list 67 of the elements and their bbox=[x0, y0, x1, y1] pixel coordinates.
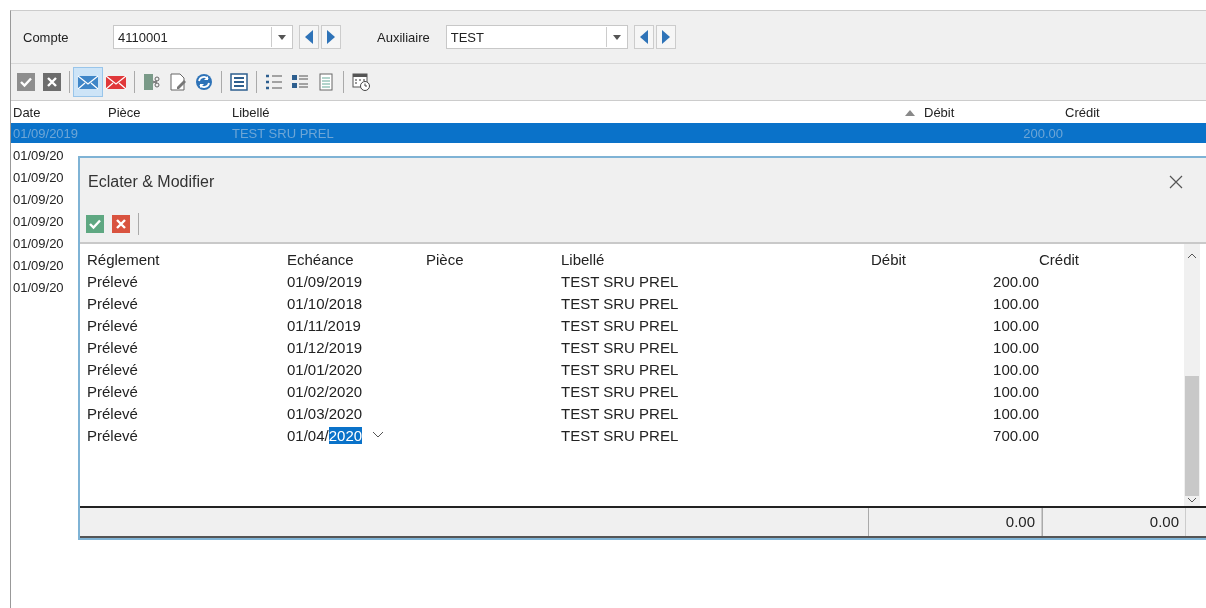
column-header[interactable]: Pièce bbox=[106, 104, 230, 120]
column-header[interactable]: Crédit bbox=[1063, 104, 1206, 120]
label-cell-text: TEST SRU PREL bbox=[561, 405, 680, 422]
payment-cell-text: Prélevé bbox=[87, 427, 139, 444]
debit-cell-text: 200.00 bbox=[992, 273, 1039, 290]
refresh-icon[interactable] bbox=[194, 72, 214, 92]
scrollbar[interactable] bbox=[1184, 244, 1200, 507]
dialog-title: Eclater & Modifier bbox=[88, 172, 215, 191]
debit-cell-text: 100.00 bbox=[992, 317, 1039, 334]
column-header[interactable]: Pièce bbox=[426, 251, 561, 268]
document-pencil-icon[interactable] bbox=[168, 72, 188, 92]
debit-total-cell: 0.00 bbox=[868, 508, 1042, 536]
date-cell-text: 01/09/2019 bbox=[12, 125, 80, 141]
due-date-cell-text: 01/12/2019 bbox=[287, 339, 364, 356]
previous-icon[interactable] bbox=[299, 25, 319, 49]
check-icon[interactable] bbox=[85, 213, 105, 234]
account-combo[interactable]: 4110001 bbox=[113, 25, 293, 49]
debit-cell-text: 100.00 bbox=[992, 383, 1039, 400]
label-cell-text: TEST SRU PREL bbox=[561, 339, 680, 356]
due-date-cell-text: 01/03/2020 bbox=[287, 405, 364, 422]
payment-cell-text: Prélevé bbox=[87, 361, 139, 378]
due-date-cell-text: 01/09/2019 bbox=[287, 273, 364, 290]
debit-cell-text: 100.00 bbox=[992, 361, 1039, 378]
document-scissors-icon[interactable] bbox=[142, 72, 162, 92]
account-label: Compte bbox=[23, 29, 70, 45]
label-cell-text: TEST SRU PREL bbox=[231, 125, 335, 141]
column-header[interactable]: Crédit bbox=[1039, 251, 1139, 268]
previous-icon[interactable] bbox=[633, 25, 654, 49]
debit-cell-text: 100.00 bbox=[992, 295, 1039, 312]
label-cell-text: TEST SRU PREL bbox=[561, 383, 680, 400]
bullet-list-icon[interactable] bbox=[264, 72, 284, 92]
close-icon[interactable] bbox=[111, 213, 131, 234]
label-cell-text: TEST SRU PREL bbox=[561, 295, 680, 312]
payment-cell-text: Prélevé bbox=[87, 383, 139, 400]
payment-cell-text: Prélevé bbox=[87, 317, 139, 334]
label-cell-text: TEST SRU PREL bbox=[561, 361, 680, 378]
due-date-cell-text: 01/01/2020 bbox=[287, 361, 364, 378]
payment-cell-text: Prélevé bbox=[87, 273, 139, 290]
label-cell-text: TEST SRU PREL bbox=[561, 427, 680, 444]
next-icon[interactable] bbox=[321, 25, 341, 49]
column-header[interactable]: Débit bbox=[871, 251, 1039, 268]
label-cell-text: TEST SRU PREL bbox=[561, 317, 680, 334]
column-header[interactable]: Réglement bbox=[87, 251, 287, 268]
chevron-down-icon[interactable] bbox=[372, 431, 385, 440]
column-header[interactable]: Echéance bbox=[287, 251, 426, 268]
debit-cell-text: 100.00 bbox=[992, 339, 1039, 356]
payment-cell-text: Prélevé bbox=[87, 339, 139, 356]
list-icon[interactable] bbox=[229, 72, 249, 92]
due-date-cell-text: 01/11/2019 bbox=[287, 317, 362, 334]
column-header[interactable]: Date bbox=[11, 104, 106, 120]
due-date-cell-text: 01/02/2020 bbox=[287, 383, 364, 400]
debit-cell-text: 200.00 bbox=[1022, 125, 1063, 141]
payment-cell-text: Prélevé bbox=[87, 295, 139, 312]
calendar-clock-icon[interactable] bbox=[351, 72, 371, 92]
due-date-cell-text: 01/10/2018 bbox=[287, 295, 364, 312]
debit-cell-text: 700.00 bbox=[992, 427, 1039, 444]
credit-total-cell: 0.00 bbox=[1042, 508, 1186, 536]
column-header[interactable]: Débit bbox=[898, 104, 1063, 120]
column-header[interactable]: Libellé bbox=[561, 251, 871, 268]
close-icon[interactable] bbox=[1169, 174, 1183, 189]
column-header[interactable]: Libellé bbox=[230, 104, 898, 120]
auxiliary-label: Auxiliaire bbox=[377, 29, 430, 45]
next-icon[interactable] bbox=[655, 25, 676, 49]
payment-cell-text: Prélevé bbox=[87, 405, 139, 422]
debit-cell-text: 100.00 bbox=[992, 405, 1039, 422]
label-cell-text: TEST SRU PREL bbox=[561, 273, 680, 290]
auxiliary-combo[interactable]: TEST bbox=[445, 25, 628, 49]
